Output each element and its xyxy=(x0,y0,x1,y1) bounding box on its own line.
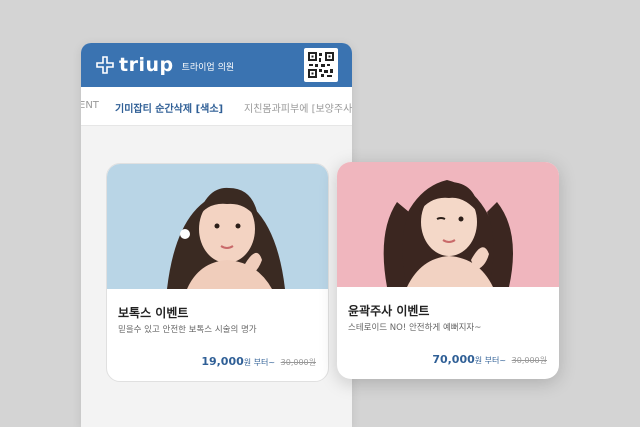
card-description: 믿을수 있고 안전한 보톡스 시술의 명가 xyxy=(118,325,257,335)
tab-ent[interactable]: ENT xyxy=(81,100,99,111)
event-card-botox[interactable]: 보톡스 이벤트 믿을수 있고 안전한 보톡스 시술의 명가 19,000원 부터… xyxy=(106,163,329,382)
event-card-contour-injection[interactable]: 윤곽주사 이벤트 스테로이드 NO! 안전하게 예뻐지자~ 70,000원 부터… xyxy=(337,162,559,379)
price-unit: 원 부터~ xyxy=(243,358,276,367)
brand-name: triup xyxy=(119,54,174,76)
category-tabs: ENT 기미잡티 순간삭제 [색소] 지친몸과피부에 [보양주사] xyxy=(81,87,352,126)
app-header: triup 트라이업 의원 xyxy=(81,43,352,87)
event-photo xyxy=(107,164,328,289)
clinic-name: 트라이업 의원 xyxy=(181,63,235,73)
price: 70,000 xyxy=(432,353,475,366)
old-price: 30,000원 xyxy=(280,358,316,367)
card-title: 윤곽주사 이벤트 xyxy=(348,304,430,318)
card-description: 스테로이드 NO! 안전하게 예뻐지자~ xyxy=(348,323,482,333)
price-unit: 원 부터~ xyxy=(474,356,507,365)
price-row: 70,000원 부터~ 30,000원 xyxy=(432,353,547,366)
cross-logo-icon xyxy=(96,56,114,74)
tab-pigment[interactable]: 기미잡티 순간삭제 [색소] xyxy=(115,100,223,115)
price-row: 19,000원 부터~ 30,000원 xyxy=(201,355,316,368)
old-price: 30,000원 xyxy=(511,356,547,365)
tab-tonic-injection[interactable]: 지친몸과피부에 [보양주사] xyxy=(244,100,352,115)
qr-code-icon xyxy=(308,52,334,78)
qr-code-button[interactable] xyxy=(304,48,338,82)
logo[interactable]: triup 트라이업 의원 xyxy=(95,54,234,76)
event-photo xyxy=(337,162,559,287)
card-title: 보톡스 이벤트 xyxy=(118,306,189,320)
price: 19,000 xyxy=(201,355,244,368)
